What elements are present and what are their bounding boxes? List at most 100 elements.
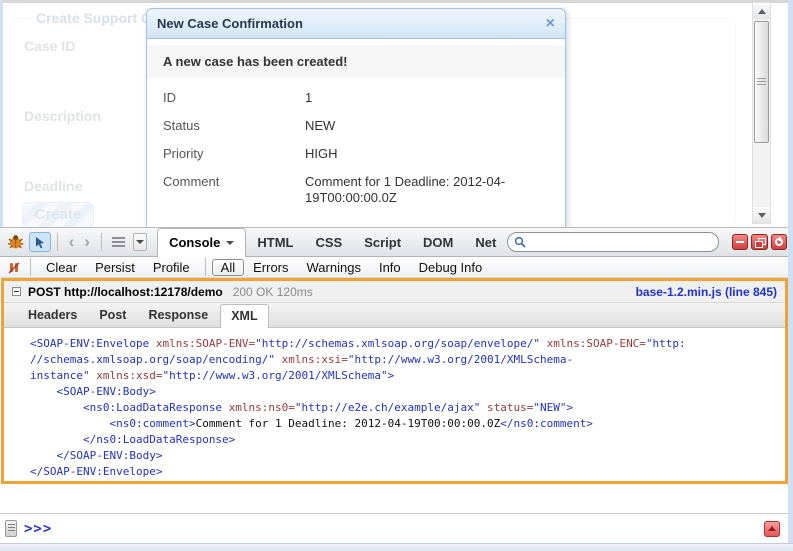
dialog-row-priority: Priority HIGH <box>163 140 549 168</box>
tab-label: Console <box>169 235 220 250</box>
create-button-disabled: Create <box>22 202 94 227</box>
firebug-menu-icon[interactable] <box>112 237 125 248</box>
chevron-down-icon <box>226 241 234 245</box>
toolbar-separator <box>101 233 102 251</box>
toolbar-separator <box>30 258 31 276</box>
xml-line: <ns0:LoadDataResponse xmlns:ns0="http://… <box>30 400 785 416</box>
history-forward-button[interactable]: › <box>79 234 95 250</box>
row-value: Comment for 1 Deadline: 2012-04-19T00:00… <box>305 174 545 206</box>
dialog-row-id: ID 1 <box>163 84 549 112</box>
xml-viewer[interactable]: <SOAP-ENV:Envelope xmlns:SOAP-ENV="http:… <box>4 328 785 481</box>
inspect-cursor-icon <box>34 236 46 249</box>
row-label: Comment <box>163 174 305 206</box>
request-title[interactable]: POST http://localhost:12178/demo <box>28 285 223 299</box>
windows-icon <box>755 238 764 246</box>
tab-response[interactable]: Response <box>138 304 218 327</box>
source-link[interactable]: base-1.2.min.js (line 845) <box>636 285 777 299</box>
options-dropdown-button[interactable] <box>133 233 148 251</box>
window-right-edge <box>788 0 793 543</box>
dialog-message: A new case has been created! <box>163 53 363 70</box>
dialog-header[interactable]: New Case Confirmation × <box>146 8 566 39</box>
tab-script[interactable]: Script <box>353 229 412 257</box>
inspect-element-button[interactable] <box>29 232 50 252</box>
clear-button[interactable]: Clear <box>37 259 86 276</box>
web-page-region: Create Support Ca Case ID Description De… <box>0 0 793 227</box>
row-label: Priority <box>163 146 305 162</box>
dialog-body: A new case has been created! ID 1 Status… <box>146 39 566 227</box>
firebug-icon[interactable] <box>6 234 25 250</box>
dialog-title: New Case Confirmation <box>157 16 546 31</box>
xml-line: <SOAP-ENV:Envelope xmlns:SOAP-ENV="http:… <box>30 336 785 352</box>
row-value: HIGH <box>305 146 545 162</box>
deadline-label: Deadline <box>24 178 82 194</box>
arrow-down-icon <box>758 213 766 218</box>
tab-xml[interactable]: XML <box>220 304 268 328</box>
tab-net[interactable]: Net <box>464 229 507 257</box>
description-label: Description <box>24 108 101 124</box>
minus-icon <box>736 241 744 243</box>
expand-command-editor-button[interactable] <box>764 521 780 537</box>
response-tab-bar: Headers Post Response XML <box>4 303 785 328</box>
command-input[interactable] <box>52 514 764 543</box>
history-back-button[interactable]: ‹ <box>64 234 80 250</box>
tab-post[interactable]: Post <box>89 304 136 327</box>
tab-html[interactable]: HTML <box>246 229 304 257</box>
network-request-row[interactable]: POST http://localhost:12178/demo 200 OK … <box>4 281 785 303</box>
highlighted-console-entry: POST http://localhost:12178/demo 200 OK … <box>1 278 788 484</box>
toolbar-separator <box>57 233 58 251</box>
close-icon[interactable]: × <box>546 17 555 31</box>
command-line-menu-button[interactable] <box>5 520 17 537</box>
scroll-up-button[interactable] <box>753 3 770 19</box>
page-scrollbar[interactable] <box>752 2 771 224</box>
panel-tab-bar: Console HTML CSS Script DOM Net <box>157 227 507 257</box>
tab-headers[interactable]: Headers <box>18 304 87 327</box>
filter-all[interactable]: All <box>212 259 244 276</box>
deactivate-button[interactable] <box>771 234 788 250</box>
row-value: 1 <box>305 90 545 106</box>
xml-line: </SOAP-ENV:Body> <box>30 448 785 464</box>
case-id-label: Case ID <box>24 38 75 54</box>
tab-css[interactable]: CSS <box>304 229 353 257</box>
xml-line: <SOAP-ENV:Body> <box>30 384 785 400</box>
persist-button[interactable]: Persist <box>86 259 144 276</box>
screen: Create Support Ca Case ID Description De… <box>0 0 793 551</box>
xml-line: </SOAP-ENV:Envelope> <box>30 464 785 480</box>
xml-line: //schemas.xmlsoap.org/soap/encoding/" xm… <box>30 352 785 368</box>
command-prompt: >>> <box>24 521 52 537</box>
dialog-rows: ID 1 Status NEW Priority HIGH Comment Co… <box>147 78 565 212</box>
search-box[interactable] <box>507 232 718 252</box>
window-bottom-edge <box>0 543 793 551</box>
scrollbar-thumb[interactable] <box>754 21 769 143</box>
filter-debug-info[interactable]: Debug Info <box>410 259 492 276</box>
menu-lines-icon <box>8 524 15 533</box>
row-label: ID <box>163 90 305 106</box>
tab-console[interactable]: Console <box>157 228 246 258</box>
dialog-row-comment: Comment Comment for 1 Deadline: 2012-04-… <box>163 168 549 212</box>
collapse-icon[interactable] <box>12 287 21 296</box>
thumb-grip-icon <box>757 78 766 87</box>
xml-line: </ns0:LoadDataResponse> <box>30 432 785 448</box>
profile-button[interactable]: Profile <box>144 259 199 276</box>
request-status: 200 OK 120ms <box>233 285 313 299</box>
search-icon <box>514 236 526 248</box>
xml-line: <ns0:comment>Comment for 1 Deadline: 201… <box>30 416 785 432</box>
filter-errors[interactable]: Errors <box>244 259 297 276</box>
xml-line: instance" xmlns:xsd="http://www.w3.org/2… <box>30 368 785 384</box>
console-sub-toolbar: Clear Persist Profile All Errors Warning… <box>0 257 793 278</box>
row-label: Status <box>163 118 305 134</box>
break-on-errors-icon[interactable] <box>7 261 21 274</box>
command-line-row: >>> <box>0 513 793 543</box>
window-top-edge <box>0 0 793 3</box>
filter-info[interactable]: Info <box>370 259 410 276</box>
row-value: NEW <box>305 118 545 134</box>
scroll-down-button[interactable] <box>753 207 770 223</box>
filter-warnings[interactable]: Warnings <box>298 259 370 276</box>
form-legend: Create Support Ca <box>32 10 163 26</box>
tab-dom[interactable]: DOM <box>412 229 464 257</box>
arrow-up-icon <box>758 9 766 14</box>
minimize-button[interactable] <box>732 234 749 250</box>
detach-window-button[interactable] <box>751 234 768 250</box>
dialog-message-band: A new case has been created! <box>147 45 565 78</box>
search-input[interactable] <box>531 235 711 249</box>
firebug-main-toolbar: ‹ › Console HTML CSS Script DOM Net <box>0 227 793 257</box>
